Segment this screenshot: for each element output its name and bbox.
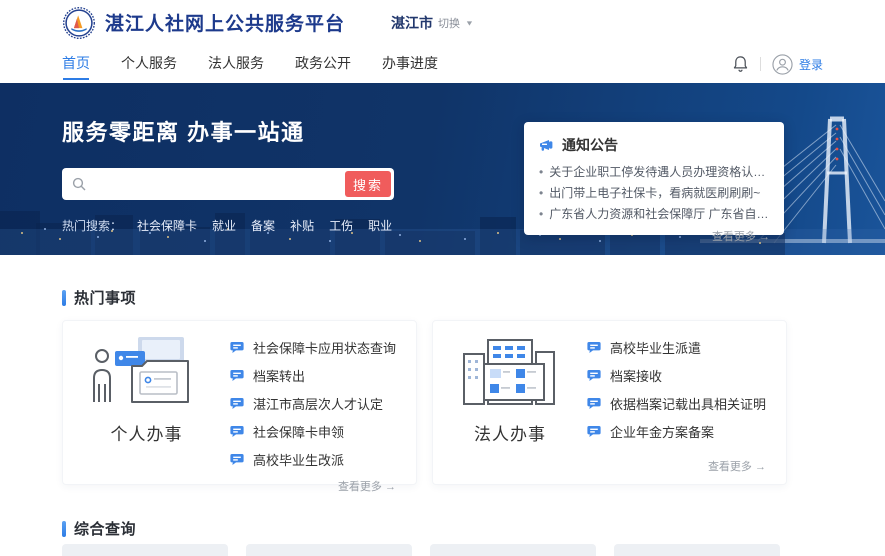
notice-item[interactable]: 出门带上电子社保卡，看病就医刷刷刷~ — [539, 183, 770, 204]
megaphone-icon — [539, 138, 555, 152]
search-bar: 搜索 — [62, 168, 394, 200]
personal-card-category: 个人办事 — [110, 420, 182, 445]
legal-card-left: 法人办事 — [433, 321, 587, 484]
chat-bubble-icon — [587, 369, 601, 382]
notice-header: 通知公告 — [539, 135, 770, 155]
city-switch-label: 切换 — [438, 15, 460, 31]
personal-view-more-link[interactable]: 查看更多 → — [230, 478, 396, 494]
notice-list: 关于企业职工停发待遇人员办理资格认证的通知 出门带上电子社保卡，看病就医刷刷刷~… — [539, 162, 770, 225]
hero-banner: 服务零距离 办事一站通 搜索 热门搜索： 社会保障卡 就业 备案 补贴 工伤 职… — [0, 83, 885, 255]
hot-keyword-employment[interactable]: 就业 — [212, 217, 236, 234]
section-accent-bar — [62, 521, 66, 537]
notice-item[interactable]: 广东省人力资源和社会保障厅 广东省自然资源厅 关于印... — [539, 204, 770, 225]
service-cards-row: 个人办事 社会保障卡应用状态查询 档案转出 湛江市高层次人才认定 社会保障卡申 — [62, 320, 823, 485]
legal-services-card: 法人办事 高校毕业生派遣 档案接收 依据档案记载出具相关证明 企业年金方案备案 — [432, 320, 787, 485]
query-card[interactable] — [614, 544, 780, 556]
search-button[interactable]: 搜索 — [345, 171, 391, 197]
service-item-label: 企业年金方案备案 — [610, 422, 714, 441]
personal-card-items: 社会保障卡应用状态查询 档案转出 湛江市高层次人才认定 社会保障卡申领 高校毕业… — [230, 321, 416, 484]
hot-keyword-occupation[interactable]: 职业 — [368, 217, 392, 234]
query-card[interactable] — [430, 544, 596, 556]
nav-item-personal-services[interactable]: 个人服务 — [121, 45, 177, 83]
chevron-down-icon: ▼ — [465, 19, 474, 27]
service-item-label: 湛江市高层次人才认定 — [253, 394, 383, 413]
nav-right-tools: 登录 — [732, 54, 823, 75]
chat-bubble-icon — [230, 453, 244, 466]
service-item-label: 社会保障卡应用状态查询 — [253, 338, 396, 357]
service-item-label: 依据档案记载出具相关证明 — [610, 394, 766, 413]
main-content: 热门事项 个 — [0, 287, 885, 556]
avatar-icon[interactable] — [772, 54, 793, 75]
hot-items-title: 热门事项 — [74, 287, 136, 308]
chat-bubble-icon — [230, 425, 244, 438]
nav-item-gov-disclosure[interactable]: 政务公开 — [295, 45, 351, 83]
personal-services-card: 个人办事 社会保障卡应用状态查询 档案转出 湛江市高层次人才认定 社会保障卡申 — [62, 320, 417, 485]
legal-card-category: 法人办事 — [474, 420, 546, 445]
chat-bubble-icon — [230, 397, 244, 410]
city-selector[interactable]: 湛江市 切换 ▼ — [391, 13, 474, 33]
query-card[interactable] — [246, 544, 412, 556]
search-input[interactable] — [86, 168, 345, 200]
nav-item-progress[interactable]: 办事进度 — [382, 45, 438, 83]
query-card[interactable] — [62, 544, 228, 556]
chat-bubble-icon — [587, 341, 601, 354]
person-folder-illustration — [90, 334, 202, 408]
service-item-label: 高校毕业生派遣 — [610, 338, 701, 357]
hot-keyword-injury[interactable]: 工伤 — [329, 217, 353, 234]
hot-keyword-subsidy[interactable]: 补贴 — [290, 217, 314, 234]
chat-bubble-icon — [230, 341, 244, 354]
login-link[interactable]: 登录 — [799, 56, 823, 73]
search-icon — [72, 177, 86, 191]
legal-card-items: 高校毕业生派遣 档案接收 依据档案记载出具相关证明 企业年金方案备案 查看更多 … — [587, 321, 786, 484]
nav-divider — [760, 57, 761, 71]
nav-item-legal-services[interactable]: 法人服务 — [208, 45, 264, 83]
site-title: 湛江人社网上公共服务平台 — [105, 9, 345, 36]
chat-bubble-icon — [230, 369, 244, 382]
notice-item[interactable]: 关于企业职工停发待遇人员办理资格认证的通知 — [539, 162, 770, 183]
query-section-title: 综合查询 — [74, 518, 136, 539]
city-name: 湛江市 — [391, 13, 433, 33]
legal-service-link[interactable]: 企业年金方案备案 — [587, 422, 766, 441]
site-logo-icon — [62, 6, 96, 40]
main-navbar: 首页 个人服务 法人服务 政务公开 办事进度 登录 — [0, 45, 885, 83]
hot-items-section-header: 热门事项 — [62, 287, 823, 308]
query-cards-row — [62, 544, 823, 556]
personal-service-link[interactable]: 湛江市高层次人才认定 — [230, 394, 396, 413]
personal-service-link[interactable]: 社会保障卡申领 — [230, 422, 396, 441]
notice-panel: 通知公告 关于企业职工停发待遇人员办理资格认证的通知 出门带上电子社保卡，看病就… — [524, 122, 784, 235]
hot-search-label: 热门搜索： — [62, 217, 122, 234]
notice-title: 通知公告 — [562, 135, 618, 155]
chat-bubble-icon — [587, 397, 601, 410]
legal-view-more-link[interactable]: 查看更多 → — [587, 458, 766, 474]
notification-bell-icon[interactable] — [732, 55, 749, 73]
legal-service-link[interactable]: 依据档案记载出具相关证明 — [587, 394, 766, 413]
notice-view-more-link[interactable]: 查看更多 → — [539, 228, 770, 244]
personal-service-link[interactable]: 社会保障卡应用状态查询 — [230, 338, 396, 357]
legal-service-link[interactable]: 高校毕业生派遣 — [587, 338, 766, 357]
buildings-illustration — [454, 334, 566, 408]
site-header: 湛江人社网上公共服务平台 湛江市 切换 ▼ — [0, 0, 885, 45]
hot-keyword-filing[interactable]: 备案 — [251, 217, 275, 234]
chat-bubble-icon — [587, 425, 601, 438]
legal-service-link[interactable]: 档案接收 — [587, 366, 766, 385]
service-item-label: 档案接收 — [610, 366, 662, 385]
section-accent-bar — [62, 290, 66, 306]
hot-keyword-social-card[interactable]: 社会保障卡 — [137, 217, 197, 234]
service-item-label: 高校毕业生改派 — [253, 450, 344, 469]
service-item-label: 档案转出 — [253, 366, 305, 385]
personal-service-link[interactable]: 档案转出 — [230, 366, 396, 385]
personal-service-link[interactable]: 高校毕业生改派 — [230, 450, 396, 469]
query-section-header: 综合查询 — [62, 518, 823, 539]
service-item-label: 社会保障卡申领 — [253, 422, 344, 441]
personal-card-left: 个人办事 — [63, 321, 230, 484]
nav-item-home[interactable]: 首页 — [62, 45, 90, 83]
